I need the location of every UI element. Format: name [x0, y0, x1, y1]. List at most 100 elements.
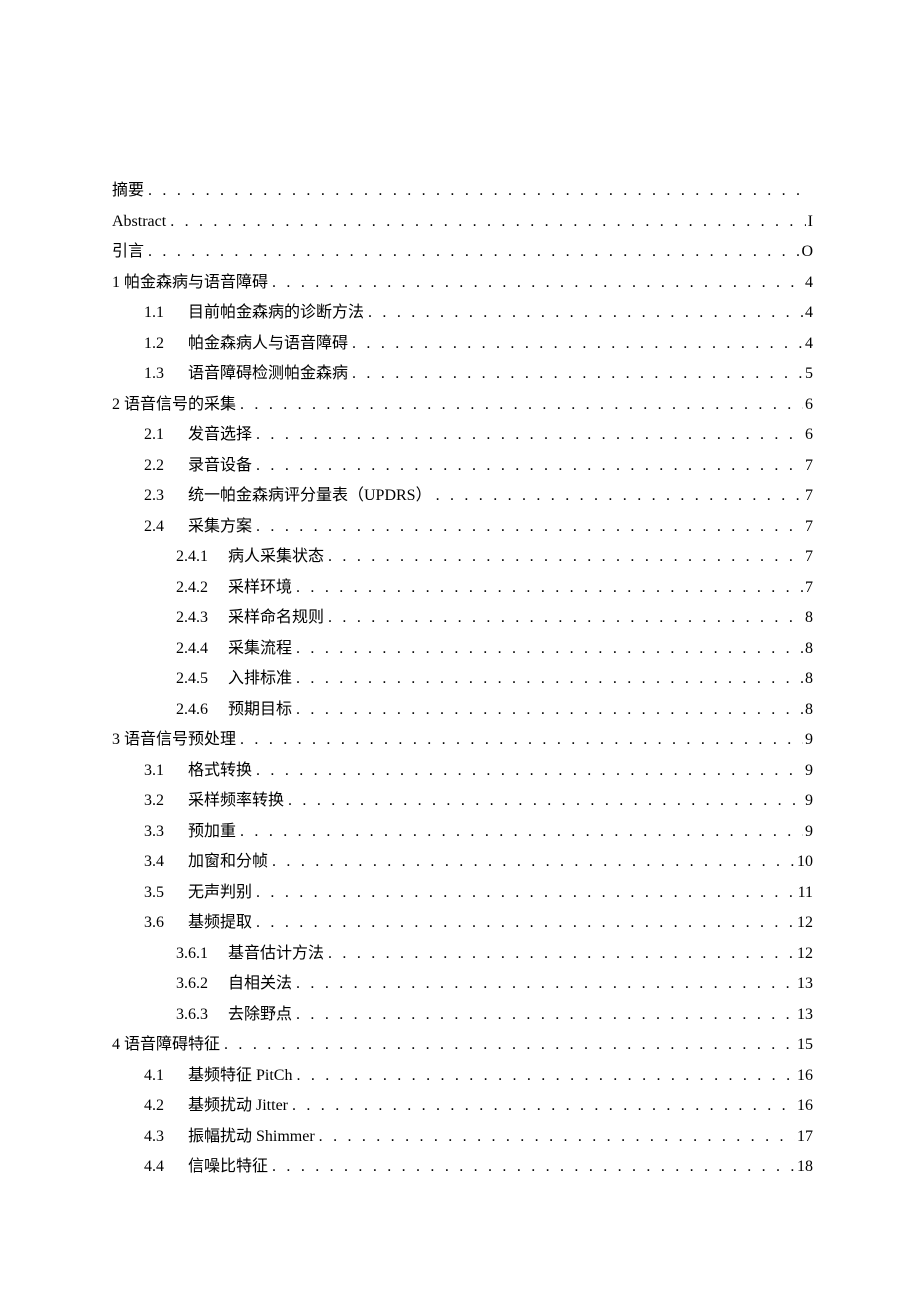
toc-entry-number: 4.1 [144, 1061, 188, 1092]
toc-entry[interactable]: 2.4.4采集流程. . . . . . . . . . . . . . . .… [112, 634, 813, 665]
toc-entry-page: O [799, 237, 813, 268]
toc-entry-title: 格式转换 [188, 756, 256, 787]
toc-entry[interactable]: 2.4.2采样环境. . . . . . . . . . . . . . . .… [112, 573, 813, 604]
toc-entry-number: 2.4.2 [176, 573, 228, 604]
toc-leader-dots: . . . . . . . . . . . . . . . . . . . . … [170, 207, 805, 238]
toc-entry-number: 1.1 [144, 298, 188, 329]
toc-leader-dots: . . . . . . . . . . . . . . . . . . . . … [296, 695, 803, 726]
toc-entry-page: 15 [795, 1030, 813, 1061]
toc-entry[interactable]: 3.6.2自相关法. . . . . . . . . . . . . . . .… [112, 969, 813, 1000]
toc-leader-dots: . . . . . . . . . . . . . . . . . . . . … [148, 237, 799, 268]
toc-entry[interactable]: 4.3振幅扰动 Shimmer. . . . . . . . . . . . .… [112, 1122, 813, 1153]
toc-entry[interactable]: 1.2帕金森病人与语音障碍. . . . . . . . . . . . . .… [112, 329, 813, 360]
toc-entry[interactable]: 引言. . . . . . . . . . . . . . . . . . . … [112, 237, 813, 268]
toc-leader-dots: . . . . . . . . . . . . . . . . . . . . … [296, 1000, 795, 1031]
toc-leader-dots: . . . . . . . . . . . . . . . . . . . . … [256, 420, 803, 451]
toc-entry[interactable]: 摘要. . . . . . . . . . . . . . . . . . . … [112, 176, 813, 207]
toc-entry-page: I [806, 207, 813, 238]
toc-entry-page: 7 [803, 512, 813, 543]
toc-leader-dots: . . . . . . . . . . . . . . . . . . . . … [328, 542, 803, 573]
toc-entry-number: 2.4.5 [176, 664, 228, 695]
toc-entry-page: 9 [803, 817, 813, 848]
toc-leader-dots: . . . . . . . . . . . . . . . . . . . . … [328, 603, 803, 634]
toc-entry-number: 1.3 [144, 359, 188, 390]
toc-entry[interactable]: 3.6.1基音估计方法. . . . . . . . . . . . . . .… [112, 939, 813, 970]
toc-entry-number: 2.4.4 [176, 634, 228, 665]
toc-entry-number: 3.5 [144, 878, 188, 909]
toc-entry-page: 4 [803, 329, 813, 360]
toc-entry[interactable]: 2 语音信号的采集. . . . . . . . . . . . . . . .… [112, 390, 813, 421]
toc-entry[interactable]: 1.1目前帕金森病的诊断方法. . . . . . . . . . . . . … [112, 298, 813, 329]
toc-entry[interactable]: Abstract. . . . . . . . . . . . . . . . … [112, 207, 813, 238]
toc-entry-page: 8 [803, 603, 813, 634]
toc-entry-number: 3.3 [144, 817, 188, 848]
toc-entry-title: 信噪比特征 [188, 1152, 272, 1183]
toc-leader-dots: . . . . . . . . . . . . . . . . . . . . … [319, 1122, 795, 1153]
toc-entry[interactable]: 3.2采样频率转换. . . . . . . . . . . . . . . .… [112, 786, 813, 817]
toc-leader-dots: . . . . . . . . . . . . . . . . . . . . … [272, 1152, 795, 1183]
toc-entry-page: 12 [795, 908, 813, 939]
toc-entry-number: 2.1 [144, 420, 188, 451]
table-of-contents: 摘要. . . . . . . . . . . . . . . . . . . … [112, 176, 813, 1183]
toc-entry-title: 预加重 [188, 817, 240, 848]
toc-entry-page: 11 [796, 878, 813, 909]
toc-entry-page: 8 [803, 695, 813, 726]
toc-entry-page: 8 [803, 664, 813, 695]
toc-entry-title: 预期目标 [228, 695, 296, 726]
toc-entry-page: 4 [803, 298, 813, 329]
toc-entry-page: 17 [795, 1122, 813, 1153]
toc-entry-number: 3.6 [144, 908, 188, 939]
toc-entry-title: 采集方案 [188, 512, 256, 543]
toc-entry[interactable]: 2.1发音选择. . . . . . . . . . . . . . . . .… [112, 420, 813, 451]
toc-entry-title: Abstract [112, 207, 170, 238]
toc-entry[interactable]: 1 帕金森病与语音障碍. . . . . . . . . . . . . . .… [112, 268, 813, 299]
toc-entry-page: 16 [795, 1091, 813, 1122]
toc-entry-page: 7 [803, 451, 813, 482]
toc-entry-title: 帕金森病人与语音障碍 [188, 329, 352, 360]
toc-entry[interactable]: 1.3语音障碍检测帕金森病. . . . . . . . . . . . . .… [112, 359, 813, 390]
toc-entry-title: 语音障碍检测帕金森病 [188, 359, 352, 390]
toc-leader-dots: . . . . . . . . . . . . . . . . . . . . … [256, 451, 803, 482]
toc-entry[interactable]: 4.2基频扰动 Jitter. . . . . . . . . . . . . … [112, 1091, 813, 1122]
toc-entry[interactable]: 2.4.6预期目标. . . . . . . . . . . . . . . .… [112, 695, 813, 726]
toc-entry[interactable]: 2.2录音设备. . . . . . . . . . . . . . . . .… [112, 451, 813, 482]
toc-entry-page: 7 [803, 481, 813, 512]
toc-leader-dots: . . . . . . . . . . . . . . . . . . . . … [224, 1030, 795, 1061]
toc-entry[interactable]: 2.4采集方案. . . . . . . . . . . . . . . . .… [112, 512, 813, 543]
toc-entry[interactable]: 2.4.5入排标准. . . . . . . . . . . . . . . .… [112, 664, 813, 695]
toc-leader-dots: . . . . . . . . . . . . . . . . . . . . … [296, 573, 803, 604]
toc-entry-title: 无声判别 [188, 878, 256, 909]
toc-entry[interactable]: 3.3预加重. . . . . . . . . . . . . . . . . … [112, 817, 813, 848]
toc-entry-page: 6 [803, 390, 813, 421]
toc-entry[interactable]: 4.4信噪比特征. . . . . . . . . . . . . . . . … [112, 1152, 813, 1183]
toc-entry[interactable]: 4 语音障碍特征. . . . . . . . . . . . . . . . … [112, 1030, 813, 1061]
toc-entry[interactable]: 4.1基频特征 PitCh. . . . . . . . . . . . . .… [112, 1061, 813, 1092]
toc-entry[interactable]: 2.3统一帕金森病评分量表（UPDRS）. . . . . . . . . . … [112, 481, 813, 512]
toc-entry-title: 统一帕金森病评分量表（UPDRS） [188, 481, 436, 512]
toc-entry-number: 4.2 [144, 1091, 188, 1122]
toc-leader-dots: . . . . . . . . . . . . . . . . . . . . … [352, 359, 803, 390]
toc-entry-title: 录音设备 [188, 451, 256, 482]
toc-entry[interactable]: 3.4加窗和分帧. . . . . . . . . . . . . . . . … [112, 847, 813, 878]
toc-entry[interactable]: 2.4.3采样命名规则. . . . . . . . . . . . . . .… [112, 603, 813, 634]
toc-leader-dots: . . . . . . . . . . . . . . . . . . . . … [368, 298, 803, 329]
toc-entry[interactable]: 3.5无声判别. . . . . . . . . . . . . . . . .… [112, 878, 813, 909]
toc-entry[interactable]: 2.4.1病人采集状态. . . . . . . . . . . . . . .… [112, 542, 813, 573]
toc-entry[interactable]: 3 语音信号预处理. . . . . . . . . . . . . . . .… [112, 725, 813, 756]
toc-entry-page: 13 [795, 1000, 813, 1031]
toc-entry-page: 5 [803, 359, 813, 390]
toc-entry-page: 7 [803, 542, 813, 573]
toc-entry-title: 发音选择 [188, 420, 256, 451]
toc-entry[interactable]: 3.6.3去除野点. . . . . . . . . . . . . . . .… [112, 1000, 813, 1031]
toc-entry-number: 2.4 [144, 512, 188, 543]
toc-entry-title: 加窗和分帧 [188, 847, 272, 878]
toc-entry-page: 4 [803, 268, 813, 299]
toc-leader-dots: . . . . . . . . . . . . . . . . . . . . … [240, 817, 803, 848]
toc-leader-dots: . . . . . . . . . . . . . . . . . . . . … [240, 725, 803, 756]
toc-entry[interactable]: 3.6基频提取. . . . . . . . . . . . . . . . .… [112, 908, 813, 939]
toc-entry-number: 3.6.2 [176, 969, 228, 1000]
toc-entry-page: 8 [803, 634, 813, 665]
toc-entry[interactable]: 3.1格式转换. . . . . . . . . . . . . . . . .… [112, 756, 813, 787]
toc-entry-number: 1.2 [144, 329, 188, 360]
toc-entry-title: 1 帕金森病与语音障碍 [112, 268, 272, 299]
